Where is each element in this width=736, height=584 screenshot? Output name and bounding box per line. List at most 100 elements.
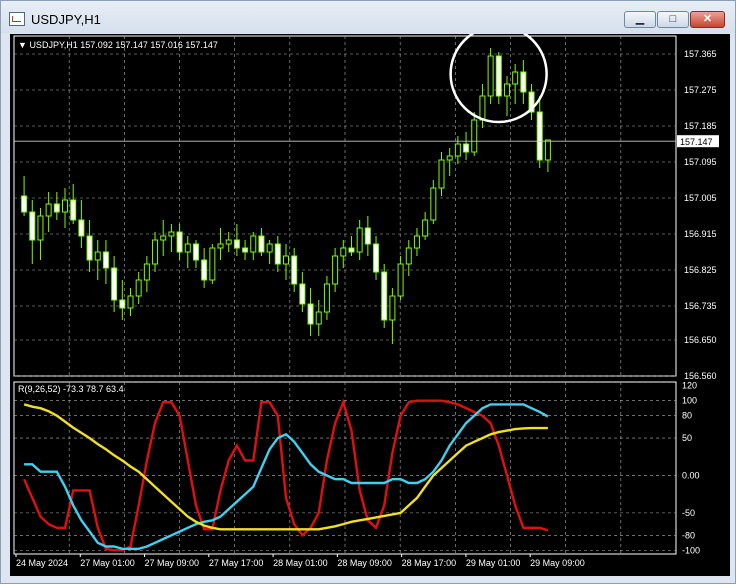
candle-body (168, 231, 175, 237)
candle-body (389, 295, 396, 321)
time-axis-label: 29 May 01:00 (466, 558, 521, 568)
candle-body (70, 199, 77, 221)
indicator-line-cyan (24, 403, 549, 550)
price-tick-label: 156.915 (684, 229, 717, 239)
candle-body (364, 227, 371, 245)
candle-body (62, 199, 69, 213)
price-tick-label: 157.095 (684, 157, 717, 167)
indicator-tick-label: 120 (682, 381, 697, 391)
price-tick-label: 156.825 (684, 265, 717, 275)
candle-body (405, 247, 412, 265)
price-chart-canvas[interactable]: 157.365 157.275 157.185 157.095 157.005 156.9… (10, 24, 730, 576)
candle-body (250, 235, 257, 253)
candle-body (201, 259, 208, 281)
candle-body (299, 283, 306, 305)
time-axis-label: 28 May 17:00 (402, 558, 457, 568)
candle-body (233, 239, 240, 249)
candle-body (315, 311, 322, 325)
close-button[interactable]: ✕ (690, 11, 725, 28)
time-axis-label: 27 May 09:00 (145, 558, 200, 568)
candle-body (45, 203, 52, 217)
candle-body (323, 283, 330, 313)
candle-body (94, 251, 101, 261)
indicator-label: R(9,26,52) -73.3 78.7 63.4 (18, 384, 124, 394)
candle-body (495, 55, 502, 97)
candle-body (503, 83, 510, 97)
time-axis-label: 28 May 01:00 (273, 558, 328, 568)
indicator-tick-label: 0.00 (682, 470, 700, 480)
candle-body (520, 71, 527, 93)
candle-body (192, 243, 199, 261)
candle-body (544, 139, 551, 161)
symbol-info: ▼ USDJPY,H1 157.092 157.147 157.016 157.… (18, 40, 218, 50)
candle-body (86, 235, 93, 261)
candle-body (471, 119, 478, 153)
candle-body (332, 255, 339, 285)
candle-body (53, 203, 60, 213)
candle-body (340, 247, 347, 257)
title-bar[interactable]: USDJPY,H1 ▁ □ ✕ (1, 1, 735, 33)
maximize-icon: □ (669, 13, 677, 25)
candle-body (242, 247, 249, 253)
candle-body (37, 215, 44, 241)
candle-body (258, 235, 265, 253)
candle-body (21, 195, 28, 213)
candle-body (487, 55, 494, 97)
time-axis-label: 27 May 17:00 (209, 558, 264, 568)
candle-body (160, 235, 167, 241)
candle-body (119, 299, 126, 309)
candle-body (430, 187, 437, 221)
time-axis-label: 27 May 01:00 (80, 558, 135, 568)
price-tick-label: 157.275 (684, 85, 717, 95)
candle-body (291, 255, 298, 285)
candle-body (111, 267, 118, 301)
candle-body (479, 95, 486, 121)
candle-body (152, 239, 159, 265)
indicator-tick-label: -100 (682, 545, 700, 555)
candle-body (217, 243, 224, 249)
indicator-tick-label: 50 (682, 433, 692, 443)
price-tick-label: 156.650 (684, 335, 717, 345)
candle-body (381, 271, 388, 321)
candle-body (512, 71, 519, 85)
maximize-button[interactable]: □ (657, 11, 689, 28)
indicator-line-yellow (23, 403, 548, 531)
chart-window-icon (9, 12, 25, 26)
indicator-tick-label: 80 (682, 411, 692, 421)
minimize-icon: ▁ (635, 13, 645, 25)
candle-body (184, 243, 191, 253)
indicator-tick-label: 100 (682, 396, 697, 406)
candle-body (463, 143, 470, 153)
candle-body (397, 263, 404, 297)
candle-body (446, 155, 453, 161)
candle-body (356, 227, 363, 253)
candle-body (209, 247, 216, 281)
window-title: USDJPY,H1 (31, 12, 101, 27)
candle-body (348, 247, 355, 253)
price-tick-label: 157.005 (684, 193, 717, 203)
close-icon: ✕ (702, 13, 713, 25)
price-tick-label: 157.365 (684, 49, 717, 59)
candle-body (307, 303, 314, 325)
price-tick-label: 156.560 (684, 371, 717, 381)
time-axis-label: 24 May 2024 (16, 558, 68, 568)
candle-body (283, 255, 289, 265)
candle-body (438, 159, 445, 189)
candle-body (135, 279, 142, 297)
candle-body (225, 239, 232, 245)
candle-body (413, 235, 420, 249)
current-price-label: 157.147 (680, 137, 713, 147)
minimize-button[interactable]: ▁ (624, 11, 656, 28)
collapse-arrow-icon[interactable]: ▼ (18, 40, 27, 50)
candle-body (274, 243, 281, 265)
candle-body (102, 251, 109, 269)
time-axis-label: 29 May 09:00 (530, 558, 585, 568)
indicator-tick-label: -80 (682, 530, 695, 540)
time-axis-label: 28 May 09:00 (337, 558, 392, 568)
chart-area[interactable]: 157.365 157.275 157.185 157.095 157.005 156.9… (10, 24, 730, 576)
candle-body (143, 263, 150, 281)
symbol-info-text: USDJPY,H1 157.092 157.147 157.016 157.14… (29, 40, 218, 50)
candle-body (176, 231, 183, 253)
candle-body (373, 243, 380, 273)
price-tick-label: 157.185 (684, 121, 717, 131)
